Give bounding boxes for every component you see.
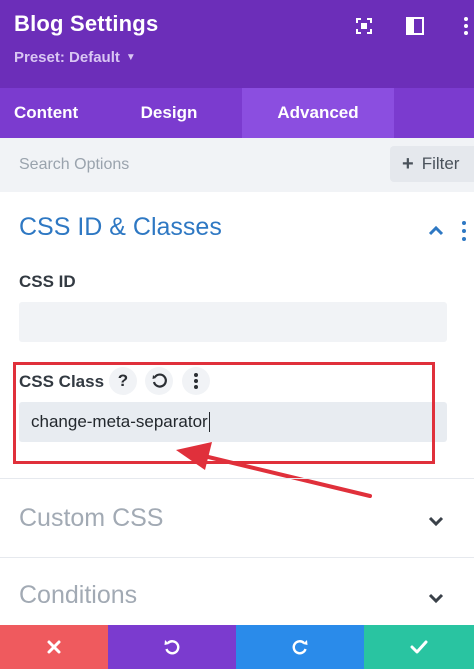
section-title-conditions[interactable]: Conditions [19,581,137,610]
divider [0,557,474,558]
cancel-icon [47,640,61,654]
redo-button[interactable] [236,625,364,669]
cancel-button[interactable] [0,625,108,669]
chevron-down-icon[interactable] [427,591,445,604]
footer-actions [0,625,474,669]
chevron-down-icon[interactable] [427,514,445,527]
divider [0,478,474,479]
save-icon [410,640,428,654]
undo-button[interactable] [108,625,236,669]
undo-icon [164,640,180,655]
annotation-arrow-icon [176,442,372,498]
section-title-custom-css[interactable]: Custom CSS [19,504,163,533]
save-button[interactable] [364,625,474,669]
redo-icon [292,640,308,655]
